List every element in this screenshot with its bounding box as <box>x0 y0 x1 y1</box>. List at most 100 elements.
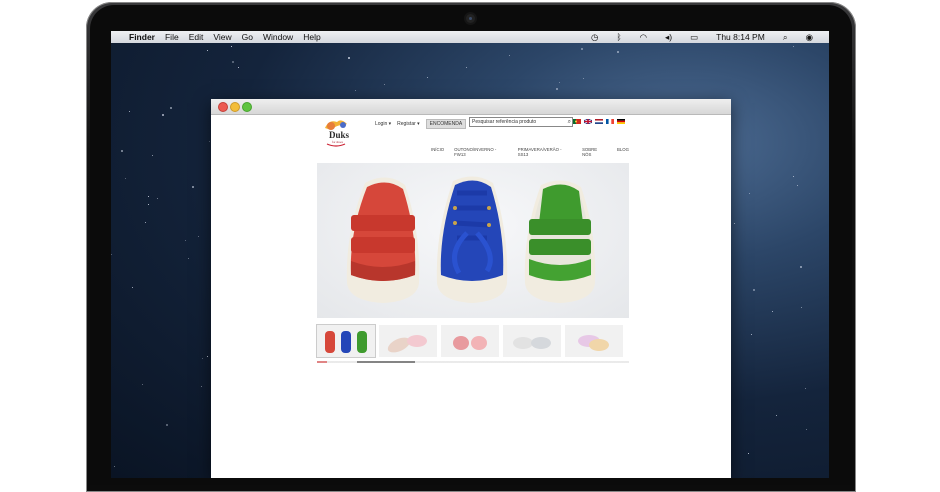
menu-go[interactable]: Go <box>242 32 253 42</box>
nav-sobre[interactable]: SOBRE NÓS <box>582 147 607 157</box>
menu-finder[interactable]: Finder <box>129 32 155 42</box>
star <box>427 77 429 79</box>
star <box>747 452 749 454</box>
star <box>509 55 511 57</box>
thumbnail-2[interactable] <box>379 325 437 357</box>
star <box>113 465 115 467</box>
status-area: ◷ ᛒ ◠ ◂) ▭ Thu 8:14 PM ⌕ ◉ <box>591 31 823 43</box>
star <box>465 67 467 69</box>
star <box>145 222 147 224</box>
star <box>806 429 808 431</box>
top-nav: Login ▾ Registar ▾ ENCOMENDA <box>375 119 467 129</box>
star <box>580 48 583 51</box>
star <box>232 61 235 64</box>
star <box>355 90 357 92</box>
desktop: Finder File Edit View Go Window Help ◷ ᛒ… <box>111 31 829 478</box>
shoes-photo <box>346 176 596 303</box>
menu-view[interactable]: View <box>213 32 231 42</box>
star <box>750 333 752 335</box>
thumbnail-1[interactable] <box>316 324 376 358</box>
star <box>169 106 172 109</box>
star <box>148 203 150 205</box>
germany-flag-icon[interactable] <box>617 119 625 124</box>
language-flags <box>573 119 625 124</box>
star <box>555 87 558 90</box>
star <box>776 414 778 416</box>
wifi-icon[interactable]: ◠ <box>640 32 647 43</box>
order-button[interactable]: ENCOMENDA <box>425 119 467 129</box>
spotlight-icon[interactable]: ⌕ <box>783 32 788 43</box>
menu-window[interactable]: Window <box>263 32 293 42</box>
register-link[interactable]: Registar ▾ <box>397 121 420 127</box>
minimize-button[interactable] <box>230 102 240 112</box>
browser-window: Duks for shoes Login ▾ Registar ▾ ENCOME… <box>211 99 731 478</box>
star <box>733 223 735 225</box>
search-placeholder: Pesquisar referência produto <box>472 119 537 125</box>
thumbnail-4[interactable] <box>503 325 561 357</box>
france-flag-icon[interactable] <box>606 119 614 124</box>
star <box>348 56 351 59</box>
duks-logo[interactable]: Duks for shoes <box>319 116 353 150</box>
star <box>187 258 189 260</box>
volume-icon[interactable]: ◂) <box>665 32 672 43</box>
star <box>124 178 126 180</box>
star <box>583 77 585 79</box>
time-machine-icon[interactable]: ◷ <box>591 32 598 43</box>
star <box>804 388 806 390</box>
window-titlebar[interactable] <box>211 99 731 115</box>
search-icon[interactable]: ⌕ <box>568 118 571 126</box>
star <box>771 311 773 313</box>
star <box>559 82 561 84</box>
netherlands-flag-icon[interactable] <box>595 119 603 124</box>
menu-edit[interactable]: Edit <box>189 32 204 42</box>
star <box>208 141 210 143</box>
content-strip <box>317 361 629 363</box>
star <box>231 46 233 48</box>
menu-file[interactable]: File <box>165 32 179 42</box>
star <box>142 383 143 385</box>
star <box>799 266 802 269</box>
hero-image[interactable] <box>317 163 629 318</box>
star <box>793 45 795 47</box>
star <box>801 306 803 308</box>
thumbnail-3[interactable] <box>441 325 499 357</box>
menu-help[interactable]: Help <box>303 32 320 42</box>
uk-flag-icon[interactable] <box>584 119 592 124</box>
star <box>207 50 209 52</box>
portugal-flag-icon[interactable] <box>573 119 581 124</box>
search-input[interactable]: Pesquisar referência produto ⌕ <box>469 117 573 127</box>
nav-inicio[interactable]: INÍCIO <box>431 147 444 157</box>
star <box>111 254 113 256</box>
star <box>157 197 159 199</box>
nav-blog[interactable]: BLOG <box>617 147 629 157</box>
nav-fw13[interactable]: OUTONO/INVERNO - FW13 <box>454 147 508 157</box>
camera-icon <box>466 14 475 23</box>
star <box>191 186 194 189</box>
login-link[interactable]: Login ▾ <box>375 121 391 127</box>
battery-icon[interactable]: ▭ <box>690 32 698 43</box>
zoom-button[interactable] <box>242 102 252 112</box>
star <box>120 150 123 153</box>
star <box>616 51 619 54</box>
star <box>207 356 209 358</box>
bluetooth-icon[interactable]: ᛒ <box>616 32 621 42</box>
star <box>202 358 204 360</box>
star <box>197 236 199 238</box>
nav-ss13[interactable]: PRIMAVERA/VERÃO - SS13 <box>518 147 572 157</box>
main-nav: INÍCIO OUTONO/INVERNO - FW13 PRIMAVERA/V… <box>431 147 629 157</box>
notification-icon[interactable]: ◉ <box>806 32 813 43</box>
svg-text:for shoes: for shoes <box>332 140 344 144</box>
close-button[interactable] <box>218 102 228 112</box>
star <box>792 175 794 177</box>
star <box>166 423 169 426</box>
star <box>128 111 130 113</box>
thumbnail-strip <box>316 324 629 358</box>
star <box>147 196 149 198</box>
star <box>185 239 187 241</box>
star <box>132 287 134 289</box>
star <box>752 289 755 292</box>
thumbnail-5[interactable] <box>565 325 623 357</box>
star <box>151 155 153 157</box>
menu-clock[interactable]: Thu 8:14 PM <box>716 32 765 42</box>
star <box>237 66 239 68</box>
